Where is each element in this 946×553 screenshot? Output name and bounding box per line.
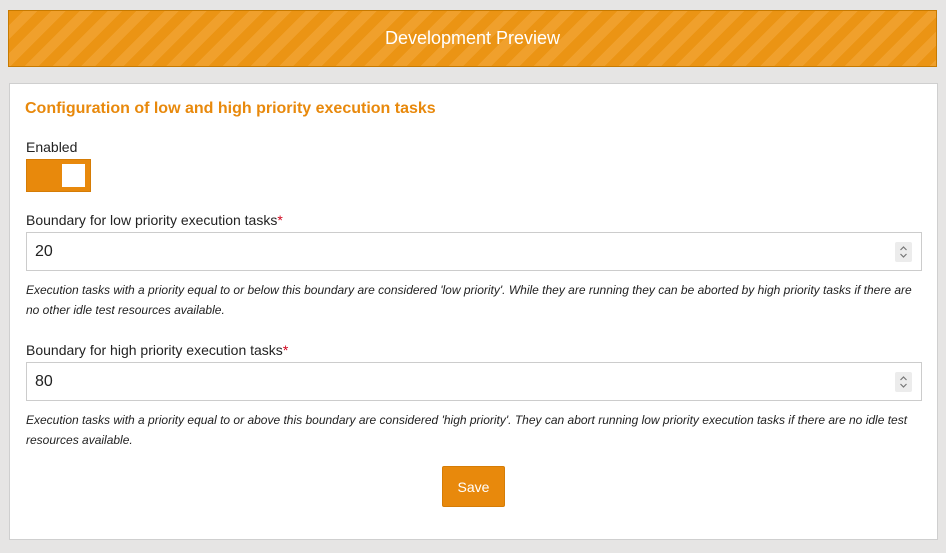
- high-boundary-input[interactable]: 80: [26, 362, 922, 401]
- high-boundary-label: Boundary for high priority execution tas…: [26, 342, 288, 358]
- high-boundary-spinner[interactable]: [895, 372, 912, 392]
- low-boundary-value: 20: [35, 242, 53, 260]
- enabled-label: Enabled: [26, 139, 78, 155]
- high-boundary-help: Execution tasks with a priority equal to…: [26, 413, 908, 447]
- banner-title: Development Preview: [384, 28, 561, 48]
- priority-config-panel: Configuration of low and high priority e…: [9, 83, 938, 540]
- panel-title: Configuration of low and high priority e…: [25, 100, 436, 117]
- required-marker: *: [277, 212, 283, 228]
- required-marker: *: [282, 342, 289, 358]
- high-boundary-value: 80: [35, 372, 53, 390]
- low-boundary-spinner[interactable]: [895, 242, 912, 262]
- high-boundary-label-text: Boundary for high priority execution tas…: [26, 342, 283, 358]
- save-button[interactable]: Save: [442, 466, 505, 507]
- spinner-arrows-icon: [900, 246, 907, 258]
- toggle-knob: [62, 164, 85, 187]
- development-preview-banner: Development Preview: [8, 10, 937, 67]
- low-boundary-input[interactable]: 20: [26, 232, 922, 271]
- enabled-toggle[interactable]: [26, 159, 91, 192]
- low-boundary-help: Execution tasks with a priority equal to…: [26, 283, 912, 317]
- low-boundary-label-text: Boundary for low priority execution task…: [26, 212, 278, 228]
- low-boundary-label: Boundary for low priority execution task…: [26, 212, 283, 228]
- spinner-arrows-icon: [900, 376, 907, 388]
